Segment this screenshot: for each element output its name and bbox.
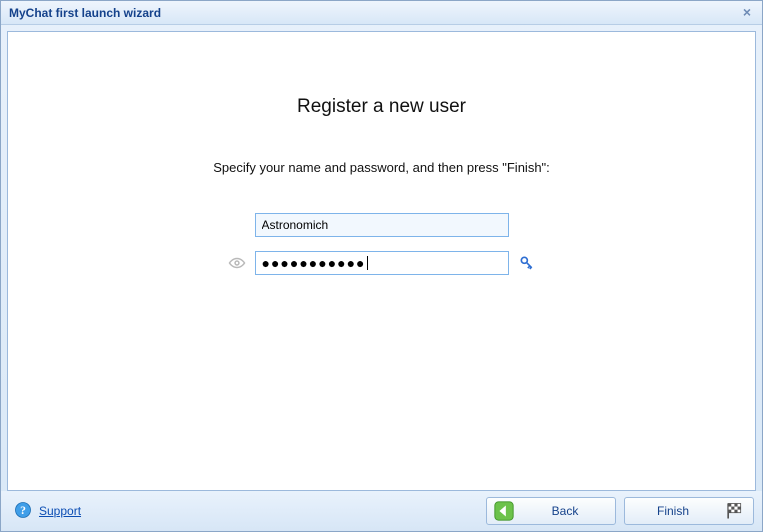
password-input[interactable]: ●●●●●●●●●●● (255, 251, 509, 275)
back-arrow-icon (493, 500, 515, 522)
finish-button-label: Finish (631, 504, 715, 518)
wizard-window: MyChat first launch wizard × Register a … (0, 0, 763, 532)
password-mask-text: ●●●●●●●●●●● (262, 255, 366, 271)
finish-flag-icon (723, 500, 745, 522)
footer: ? Support Back Finish (1, 491, 762, 531)
username-row (227, 213, 537, 237)
back-button-label: Back (523, 504, 607, 518)
finish-button[interactable]: Finish (624, 497, 754, 525)
back-button[interactable]: Back (486, 497, 616, 525)
text-caret (367, 256, 368, 270)
page-instruction: Specify your name and password, and then… (213, 160, 550, 175)
support-link[interactable]: Support (39, 504, 81, 518)
key-icon[interactable] (517, 253, 537, 273)
username-input[interactable] (255, 213, 509, 237)
register-form: ●●●●●●●●●●● (227, 213, 537, 275)
password-row: ●●●●●●●●●●● (227, 251, 537, 275)
username-right-slot (517, 215, 537, 235)
titlebar: MyChat first launch wizard × (1, 1, 762, 25)
content-panel: Register a new user Specify your name an… (7, 31, 756, 491)
help-icon: ? (13, 500, 33, 523)
close-icon[interactable]: × (738, 5, 756, 21)
page-heading: Register a new user (297, 96, 466, 118)
window-title: MyChat first launch wizard (9, 6, 738, 20)
support-link-group: ? Support (13, 500, 81, 523)
username-icon-slot (227, 215, 247, 235)
eye-icon[interactable] (227, 253, 247, 273)
svg-text:?: ? (20, 504, 26, 517)
